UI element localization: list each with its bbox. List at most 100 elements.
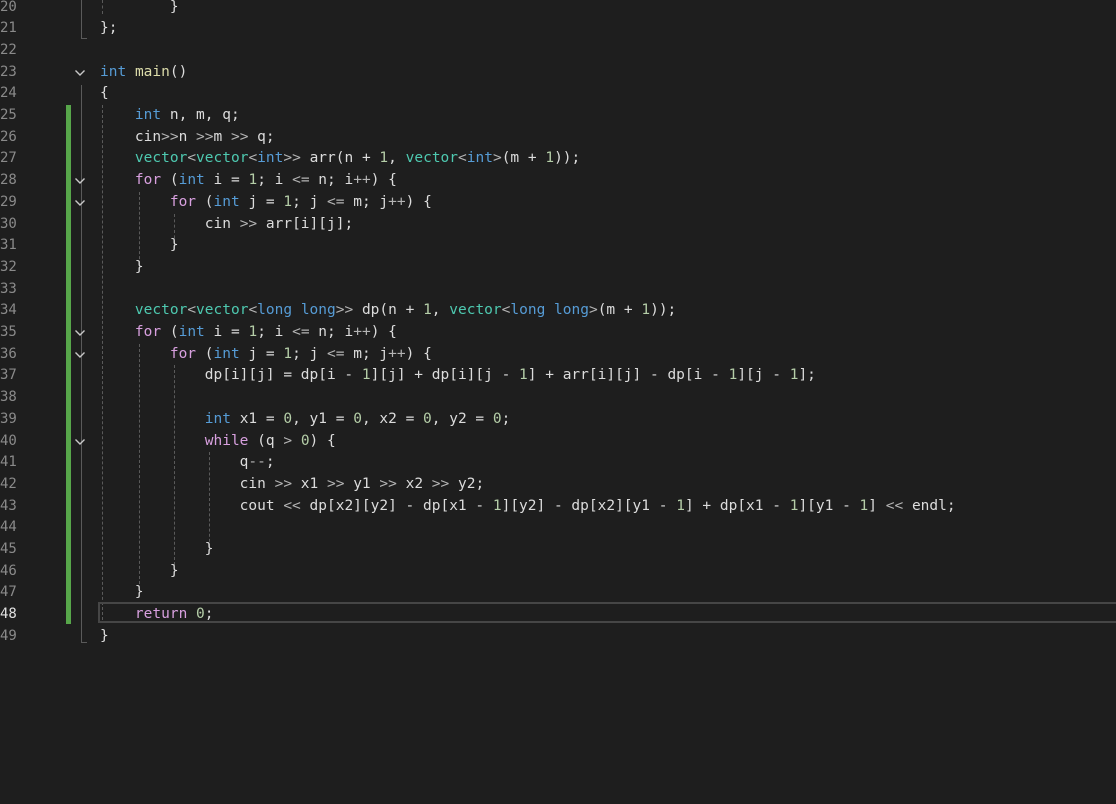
code-token: vector	[134, 150, 188, 167]
code-line[interactable]: 20 }	[0, 0, 1116, 18]
code-token: <=	[327, 345, 345, 362]
code-token: vector	[196, 150, 249, 167]
fold-chevron-icon[interactable]	[74, 67, 86, 79]
code-editor[interactable]: 20 } 21}; 22 23 int main() 24{25 int n, m, q;…	[0, 0, 1116, 804]
code-token: int	[178, 324, 205, 340]
code-token: long long	[257, 302, 336, 319]
line-number: 24	[0, 85, 17, 102]
code-line[interactable]: 22	[0, 40, 1116, 62]
code-line[interactable]: 31 }	[0, 235, 1116, 257]
line-number: 35	[0, 324, 17, 340]
code-text: int n, m, q;	[100, 105, 240, 127]
code-line[interactable]: 46 }	[0, 561, 1116, 583]
code-line[interactable]: 25 int n, m, q;	[0, 105, 1116, 127]
code-text: }	[100, 626, 109, 648]
code-line[interactable]: 24 {	[0, 83, 1116, 105]
code-line[interactable]: 41 q--;	[0, 452, 1116, 474]
code-text: }	[100, 582, 144, 604]
code-line[interactable]: 32 }	[0, 257, 1116, 279]
code-line[interactable]: 30 cin >> arr[i][j];	[0, 214, 1116, 236]
line-number: 28	[0, 172, 17, 189]
code-token: ];	[798, 367, 816, 384]
code-line[interactable]: 48 return 0;	[0, 604, 1116, 626]
code-line[interactable]: 38	[0, 387, 1116, 409]
code-token: vector	[405, 150, 459, 167]
code-line[interactable]: 28 for (int i = 1; i <= n; i++) {	[0, 170, 1116, 192]
code-token: <	[187, 150, 197, 167]
code-line[interactable]: 43 cout << dp[x2][y2] - dp[x1 - 1][y2] -…	[0, 496, 1116, 518]
code-token: <	[248, 302, 258, 319]
fold-chevron-icon[interactable]	[74, 197, 86, 209]
code-token: <	[458, 150, 467, 167]
code-token: 1	[248, 324, 258, 340]
fold-chevron-icon[interactable]	[74, 349, 86, 361]
code-token: }	[100, 627, 109, 644]
code-line[interactable]: 39 int x1 = 0, y1 = 0, x2 = 0, y2 = 0;	[0, 409, 1116, 431]
code-line[interactable]: 29 for (int j = 1; j <= m; j++) {	[0, 192, 1116, 214]
code-token: q;	[248, 128, 275, 145]
code-token: return	[134, 606, 188, 623]
line-number: 30	[0, 215, 17, 232]
code-line[interactable]: 44	[0, 517, 1116, 539]
code-token: 1	[676, 497, 685, 514]
code-line[interactable]: 23 int main()	[0, 62, 1116, 84]
code-token: y2;	[449, 475, 485, 492]
code-token: }	[100, 541, 214, 557]
code-token: >	[588, 302, 598, 319]
fold-chevron-icon[interactable]	[74, 175, 86, 187]
line-number: 29	[0, 193, 17, 210]
fold-chevron-icon[interactable]	[74, 327, 86, 339]
code-text: for (int j = 1; j <= m; j++) {	[100, 344, 432, 366]
code-token: }	[100, 584, 144, 601]
code-token: 1	[641, 302, 651, 319]
code-token: 1	[283, 193, 293, 210]
code-line[interactable]: 35 for (int i = 1; i <= n; i++) {	[0, 322, 1116, 344]
code-line[interactable]: 27 vector<vector<int>> arr(n + 1, vector…	[0, 148, 1116, 170]
code-token: ][y2] - dp[x2][y1 -	[501, 497, 677, 514]
code-token: main	[134, 63, 170, 80]
code-token: ][j] + dp[i][j -	[370, 367, 520, 384]
code-line[interactable]: 36 for (int j = 1; j <= m; j++) {	[0, 344, 1116, 366]
line-number: 36	[0, 345, 17, 362]
code-token: >>	[239, 215, 258, 232]
code-token: ][y1 -	[798, 497, 860, 514]
code-text: q--;	[100, 452, 275, 474]
code-line[interactable]: 47 }	[0, 582, 1116, 604]
code-token: --	[248, 454, 266, 471]
code-token: (m +	[501, 150, 546, 167]
code-token: (	[196, 193, 214, 210]
code-token: ) {	[405, 345, 432, 362]
code-text: int main()	[100, 62, 187, 84]
code-text: vector<vector<long long>> dp(n + 1, vect…	[100, 300, 676, 322]
code-line[interactable]: 34 vector<vector<long long>> dp(n + 1, v…	[0, 300, 1116, 322]
code-line[interactable]: 37 dp[i][j] = dp[i - 1][j] + dp[i][j - 1…	[0, 365, 1116, 387]
code-line[interactable]: 40 while (q > 0) {	[0, 431, 1116, 453]
code-token: >>	[335, 302, 354, 319]
code-token: <=	[327, 193, 345, 210]
code-text: }	[100, 561, 179, 583]
code-token: ,	[388, 150, 406, 167]
code-line[interactable]: 45 }	[0, 539, 1116, 561]
code-line[interactable]: 21};	[0, 18, 1116, 40]
code-token: }	[100, 237, 179, 254]
code-text: for (int j = 1; j <= m; j++) {	[100, 192, 432, 214]
code-line[interactable]: 42 cin >> x1 >> y1 >> x2 >> y2;	[0, 474, 1116, 496]
code-line[interactable]: 33	[0, 279, 1116, 301]
code-token: ; i	[257, 172, 293, 189]
code-token: x1	[292, 475, 327, 492]
code-text: cout << dp[x2][y2] - dp[x1 - 1][y2] - dp…	[100, 496, 956, 518]
fold-chevron-icon[interactable]	[74, 436, 86, 448]
code-token: ;	[501, 410, 511, 427]
code-line[interactable]: 49}	[0, 626, 1116, 648]
code-token: <	[187, 302, 197, 319]
code-line[interactable]: 26 cin>>n >>m >> q;	[0, 127, 1116, 149]
code-token: (	[161, 172, 179, 189]
code-token: y1	[344, 475, 380, 492]
code-token: >>	[379, 475, 397, 492]
code-token: 1	[361, 367, 371, 384]
code-token: ; j	[292, 345, 328, 362]
